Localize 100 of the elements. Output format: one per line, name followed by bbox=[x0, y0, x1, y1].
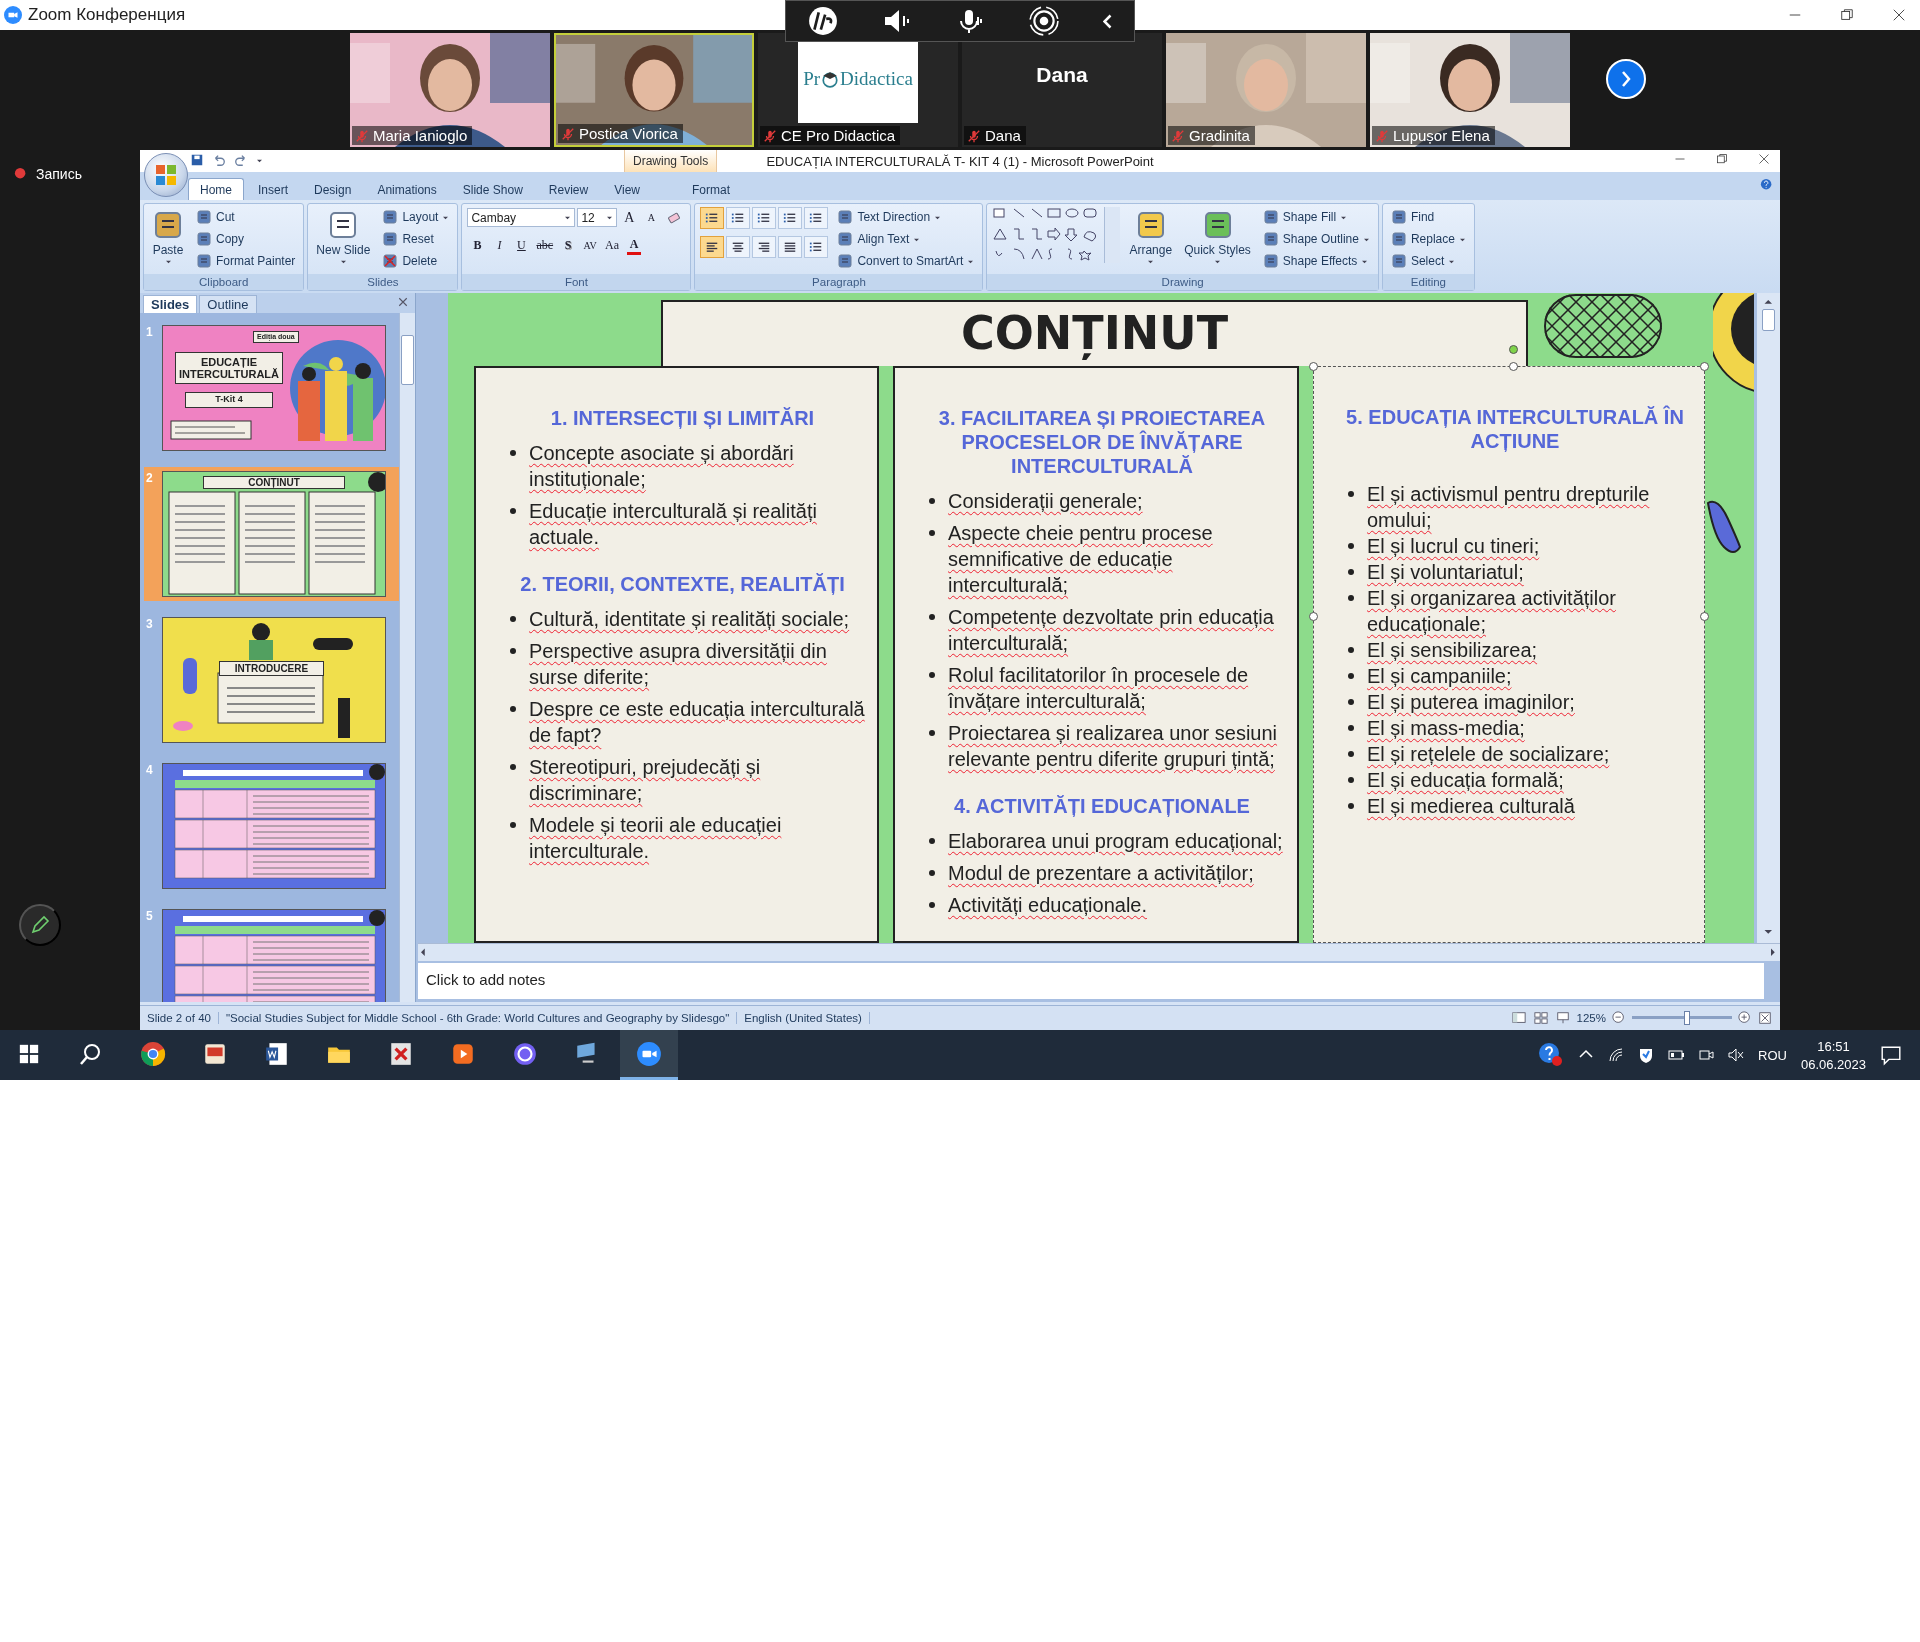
slide-title: CONȚINUT bbox=[661, 300, 1528, 366]
video-tile[interactable]: Gradinita bbox=[1166, 33, 1366, 147]
ribbon-button[interactable]: Shape Outline bbox=[1259, 229, 1373, 249]
bullet-text: Proiectarea și realizarea unor sesiuni relevante pentru diferite grupuri țintă; bbox=[948, 721, 1279, 772]
slide-thumbnail[interactable]: INTRODUCERE bbox=[162, 617, 386, 743]
section-heading: 2. TEORII, CONTEXTE, REALITĂȚI bbox=[519, 572, 846, 596]
video-tile[interactable]: Postica Viorica bbox=[554, 33, 754, 147]
clock-date: 06.06.2023 bbox=[1800, 1056, 1866, 1072]
language-indicator[interactable]: ROU bbox=[1758, 1047, 1787, 1063]
ribbon-button[interactable]: Arrange bbox=[1126, 207, 1176, 266]
format-button[interactable]: B bbox=[467, 235, 488, 256]
group-label: Paragraph bbox=[695, 274, 983, 290]
section-heading: 5. EDUCAȚIA INTERCULTURALĂ ÎN ACȚIUNE bbox=[1345, 405, 1685, 453]
status-text: Slide 2 of 40 bbox=[140, 1012, 219, 1024]
group-label: Slides bbox=[308, 274, 458, 290]
font-size-field[interactable]: 12 bbox=[577, 208, 618, 227]
participant-name: Dana bbox=[1035, 63, 1089, 87]
status-text: English (United States) bbox=[737, 1012, 870, 1024]
thumbnail-title: CONȚINUT bbox=[203, 476, 345, 489]
ribbon-button[interactable]: Align Text bbox=[834, 229, 978, 249]
bullet-text: El și mass-media; bbox=[1367, 716, 1525, 741]
ribbon-button[interactable]: Replace bbox=[1387, 229, 1469, 249]
section-heading: 4. ACTIVITĂȚI EDUCAȚIONALE bbox=[953, 794, 1251, 818]
format-button[interactable]: A bbox=[624, 235, 645, 256]
ribbon-button[interactable]: Select bbox=[1387, 251, 1469, 271]
bullet-text: El și organizarea activităților educaționale; bbox=[1367, 586, 1617, 637]
participant-name: Gradinita bbox=[1189, 127, 1250, 144]
participant-name: Dana bbox=[985, 127, 1021, 144]
panel-tab[interactable]: Outline bbox=[199, 295, 257, 313]
thumbnail-row[interactable]: 3 INTRODUCERE bbox=[144, 613, 399, 747]
bullet-text: Despre ce este educația interculturală de fapt? bbox=[529, 697, 866, 748]
thumbnail-subtitle: T-Kit 4 bbox=[185, 392, 273, 408]
status-text: "Social Studies Subject for Middle School - 6th Grade: World Cultures and Geography by Slidesgo" bbox=[218, 1012, 738, 1024]
format-button[interactable]: AV bbox=[580, 235, 601, 256]
ribbon-tab[interactable]: Format bbox=[679, 178, 742, 200]
bullet-text: Stereotipuri, prejudecăți și discriminare; bbox=[529, 755, 762, 806]
bullet-text: Rolul facilitatorilor în procesele de învățare interculturală; bbox=[948, 663, 1250, 714]
thumbnail-title: EDUCAȚIE INTERCULTURALĂ bbox=[175, 352, 283, 385]
video-tile[interactable]: Pr Didactica CE Pro Didactica bbox=[758, 33, 958, 147]
bullet-text: Perspective asupra diversității din surse diferite; bbox=[529, 639, 828, 690]
contextual-tab-title: Drawing Tools bbox=[624, 150, 718, 172]
ribbon-tab[interactable]: Review bbox=[536, 178, 601, 200]
bullet-text: El și campaniile; bbox=[1367, 664, 1512, 689]
slide-number: 1 bbox=[146, 325, 154, 339]
font-size-button[interactable]: A bbox=[641, 207, 662, 228]
bullet-text: El și rețelele de socializare; bbox=[1367, 742, 1610, 767]
bullet-text: Competențe dezvoltate prin educația interculturală; bbox=[948, 605, 1275, 656]
video-tile[interactable]: Lupușor Elena bbox=[1370, 33, 1570, 147]
slide-number: 4 bbox=[146, 763, 154, 777]
bullet-text: Cultură, identitate și realități sociale; bbox=[529, 607, 850, 632]
ribbon-button[interactable]: Shape Fill bbox=[1259, 207, 1373, 227]
ribbon-button[interactable]: Layout bbox=[379, 207, 453, 227]
ribbon-tab[interactable]: View bbox=[602, 178, 652, 200]
ribbon-button[interactable]: Find bbox=[1387, 207, 1469, 227]
ribbon-button[interactable]: Delete bbox=[379, 251, 453, 271]
ribbon-button[interactable]: Text Direction bbox=[834, 207, 978, 227]
group-label: Font bbox=[462, 274, 691, 290]
ribbon-button[interactable]: Reset bbox=[379, 229, 453, 249]
participant-name: Maria Ianioglo bbox=[373, 127, 468, 144]
video-tile[interactable]: Dana Dana bbox=[962, 33, 1162, 147]
ribbon-button[interactable]: Format Painter bbox=[193, 251, 299, 271]
bullet-text: El și puterea imaginilor; bbox=[1367, 690, 1575, 715]
font-size-button[interactable]: A bbox=[619, 207, 640, 228]
ribbon-button[interactable]: New Slide bbox=[313, 207, 374, 266]
ribbon-tab[interactable]: Animations bbox=[365, 178, 449, 200]
section-heading: 3. FACILITAREA ȘI PROIECTAREA PROCESELOR DE ÎNVĂȚARE INTERCULTURALĂ bbox=[937, 406, 1267, 478]
bullet-text: Modele și teorii ale educației interculturale. bbox=[529, 813, 783, 864]
ribbon-button[interactable]: Quick Styles bbox=[1181, 207, 1254, 266]
thumbnail-row[interactable]: 2 CONȚINUT bbox=[144, 467, 399, 601]
video-tile[interactable]: Maria Ianioglo bbox=[350, 33, 550, 147]
bullet-text: Modul de prezentare a activităților; bbox=[948, 861, 1254, 886]
format-button[interactable]: I bbox=[489, 235, 510, 256]
participant-name: CE Pro Didactica bbox=[781, 127, 896, 144]
ribbon-button[interactable]: Paste bbox=[149, 207, 187, 266]
font-field[interactable]: Cambay bbox=[467, 208, 576, 227]
bullet-text: Activități educaționale. bbox=[948, 893, 1147, 918]
ribbon-tab[interactable]: Slide Show bbox=[450, 178, 535, 200]
ribbon-tab[interactable]: Design bbox=[302, 178, 364, 200]
ribbon-button[interactable]: Shape Effects bbox=[1259, 251, 1373, 271]
ribbon-tab[interactable]: Home bbox=[188, 178, 244, 200]
slide-number: 3 bbox=[146, 617, 154, 631]
format-button[interactable]: abc bbox=[533, 235, 557, 256]
panel-tab[interactable]: Slides bbox=[143, 295, 198, 313]
format-button[interactable]: U bbox=[511, 235, 532, 256]
group-label: Clipboard bbox=[144, 274, 304, 290]
slide-thumbnail[interactable]: CONȚINUT bbox=[162, 471, 386, 597]
ribbon-button[interactable]: Cut bbox=[193, 207, 299, 227]
ribbon-button[interactable]: Copy bbox=[193, 229, 299, 249]
ribbon-tab[interactable]: Insert bbox=[246, 178, 301, 200]
slide-number: 5 bbox=[146, 909, 154, 923]
ribbon-button[interactable]: Convert to SmartArt bbox=[834, 251, 978, 271]
group-label: Editing bbox=[1382, 274, 1474, 290]
bullet-text: Elaborarea unui program educațional; bbox=[948, 829, 1283, 854]
format-button[interactable]: S bbox=[558, 235, 579, 256]
format-button[interactable]: Aa bbox=[602, 235, 623, 256]
bullet-text: Considerații generale; bbox=[948, 489, 1143, 514]
slide-number: 2 bbox=[146, 471, 154, 485]
participant-name: Postica Viorica bbox=[579, 125, 678, 142]
notes-field[interactable]: Click to add notes bbox=[418, 963, 1764, 999]
bullet-text: El și sensibilizarea; bbox=[1367, 638, 1538, 663]
